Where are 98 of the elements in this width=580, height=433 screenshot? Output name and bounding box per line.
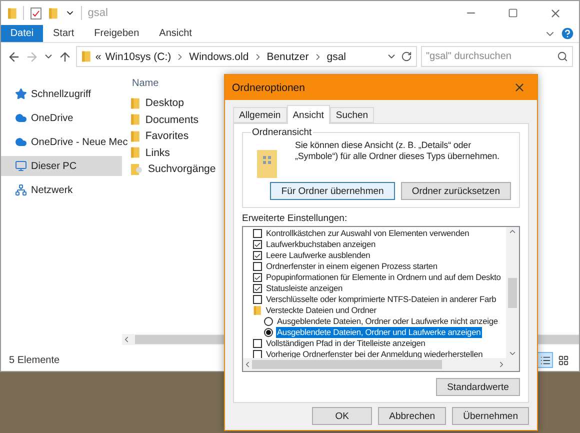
- nav-item[interactable]: OneDrive: [1, 108, 122, 128]
- file-name[interactable]: Favorites: [145, 130, 189, 142]
- star-icon: [15, 88, 27, 100]
- apply-button[interactable]: Für Ordner übernehmen: [270, 182, 395, 200]
- setting-label[interactable]: Ausgeblendete Dateien, Ordner oder Laufwerke nicht anzeige: [276, 316, 499, 327]
- file-name[interactable]: Documents: [145, 114, 198, 126]
- file-name[interactable]: Desktop: [145, 97, 184, 110]
- dialog-button[interactable]: Übernehmen: [452, 407, 529, 425]
- checkbox[interactable]: [253, 240, 262, 249]
- folder-icon: [130, 146, 140, 160]
- item-count: 5 Elemente: [9, 354, 60, 366]
- checkbox[interactable]: [253, 339, 262, 348]
- setting-label[interactable]: Vorherige Ordnerfenster bei der Anmeldung wiederherstellen: [265, 349, 484, 360]
- checkbox[interactable]: [253, 273, 262, 282]
- up-arrow-icon: [58, 50, 72, 64]
- folder-icon: [7, 6, 18, 20]
- search-icon[interactable]: [557, 51, 568, 62]
- scroll-down-icon[interactable]: [508, 349, 517, 358]
- nav-label: Netzwerk: [31, 184, 73, 196]
- setting-label[interactable]: Verschlüsselte oder komprimierte NTFS-Dateien in anderer Farb: [265, 294, 498, 305]
- ribbon-tab[interactable]: Start: [43, 25, 84, 42]
- folder-icon: [130, 130, 140, 143]
- defaults-button[interactable]: Standardwerte: [436, 378, 520, 396]
- setting-label[interactable]: Versteckte Dateien und Ordner: [264, 305, 378, 316]
- large-icons-view-icon: [558, 354, 568, 366]
- folder-icon: [130, 96, 140, 110]
- checkbox[interactable]: [253, 284, 262, 293]
- close-icon: [548, 6, 562, 20]
- dialog-button[interactable]: Abbrechen: [378, 407, 446, 425]
- nav-label: OneDrive: [31, 112, 74, 124]
- properties-icon[interactable]: [30, 6, 42, 20]
- radio-button[interactable]: [264, 328, 273, 337]
- setting-label[interactable]: Statusleiste anzeigen: [265, 283, 344, 294]
- nav-label: OneDrive - Neue Mec: [31, 136, 128, 148]
- address-bar[interactable]: « Win10sys (C:) Windows.old Benutzer gsal: [76, 46, 417, 67]
- window-title: gsal: [88, 7, 108, 19]
- ribbon-tab[interactable]: Ansicht: [149, 25, 202, 42]
- scroll-up-icon[interactable]: [508, 227, 517, 236]
- description-text: Sie können diese Ansicht (z. B. „Details“ oder „Symbole“) für alle Ordner dieses Typs übernehmen.: [295, 140, 500, 162]
- checkbox[interactable]: [253, 229, 262, 238]
- group-title: Ordneransicht: [251, 127, 313, 138]
- breadcrumb[interactable]: Benutzer: [266, 50, 309, 62]
- breadcrumb[interactable]: Windows.old: [189, 50, 249, 62]
- maximize-icon: [508, 8, 518, 18]
- details-view-button[interactable]: [537, 352, 553, 368]
- nav-item[interactable]: Netzwerk: [1, 180, 122, 200]
- tab[interactable]: Suchen: [330, 107, 374, 123]
- refresh-icon[interactable]: [401, 51, 412, 62]
- apply-button[interactable]: Ordner zurücksetzen: [400, 182, 511, 200]
- scroll-left-icon[interactable]: [122, 335, 131, 344]
- setting-label[interactable]: Laufwerkbuchstaben anzeigen: [265, 239, 377, 250]
- setting-label[interactable]: Ausgeblendete Dateien, Ordner und Laufwerke anzeigen: [276, 327, 482, 338]
- close-icon: [512, 81, 526, 94]
- checkbox[interactable]: [253, 262, 262, 271]
- checkbox[interactable]: [253, 295, 262, 304]
- scroll-left-icon[interactable]: [243, 360, 252, 369]
- tab[interactable]: Allgemein: [233, 107, 287, 123]
- folder-icon: [253, 305, 262, 316]
- cloud-icon: [15, 112, 27, 124]
- computer-icon: [15, 160, 27, 172]
- dialog-button[interactable]: OK: [312, 407, 372, 425]
- up-button[interactable]: [58, 50, 72, 64]
- vertical-scrollbar[interactable]: [506, 227, 519, 358]
- help-icon[interactable]: [560, 26, 575, 41]
- network-icon: [15, 184, 27, 196]
- nav-label: Dieser PC: [31, 160, 77, 172]
- file-name[interactable]: Suchvorgänge: [148, 163, 216, 176]
- setting-label[interactable]: Vollständigen Pfad in der Titelleiste anzeigen: [265, 338, 426, 349]
- breadcrumb[interactable]: gsal: [326, 50, 346, 62]
- back-button[interactable]: [7, 50, 21, 64]
- setting-label[interactable]: Popupinformationen für Elemente in Ordnern und auf dem Deskto: [265, 272, 502, 283]
- checkbox[interactable]: [253, 251, 262, 260]
- new-folder-icon: [48, 6, 59, 20]
- scrollbar-thumb[interactable]: [508, 278, 517, 308]
- file-tab[interactable]: Datei: [1, 25, 43, 42]
- ribbon-tab[interactable]: Freigeben: [84, 25, 150, 42]
- forward-arrow-icon: [25, 50, 39, 64]
- breadcrumb[interactable]: Win10sys (C:): [105, 50, 172, 62]
- scrollbar-thumb[interactable]: [252, 360, 442, 369]
- setting-label[interactable]: Leere Laufwerke ausblenden: [265, 250, 372, 261]
- cloud-icon: [15, 136, 27, 148]
- file-name[interactable]: Links: [145, 146, 170, 159]
- setting-label[interactable]: Kontrollkästchen zur Auswahl von Elementen verwenden: [265, 228, 470, 239]
- folder-icon: [130, 113, 140, 126]
- folder-icon: [81, 50, 92, 63]
- dialog-title: Ordneroptionen: [232, 82, 306, 94]
- nav-item[interactable]: Dieser PC: [1, 156, 122, 176]
- address-overflow[interactable]: «: [95, 50, 102, 62]
- settings-label: Erweiterte Einstellungen:: [242, 213, 348, 224]
- search-field[interactable]: "gsal" durchsuchen: [421, 46, 573, 67]
- nav-item[interactable]: Schnellzugriff: [1, 84, 122, 104]
- horizontal-scrollbar[interactable]: [243, 358, 519, 371]
- tab[interactable]: Ansicht: [286, 105, 330, 124]
- setting-label[interactable]: Ordnerfenster in einem eigenen Prozess starten: [265, 261, 438, 272]
- scroll-right-icon[interactable]: [497, 360, 506, 369]
- search-folder-icon: [130, 162, 143, 176]
- radio-button[interactable]: [264, 317, 273, 326]
- nav-label: Schnellzugriff: [31, 88, 91, 100]
